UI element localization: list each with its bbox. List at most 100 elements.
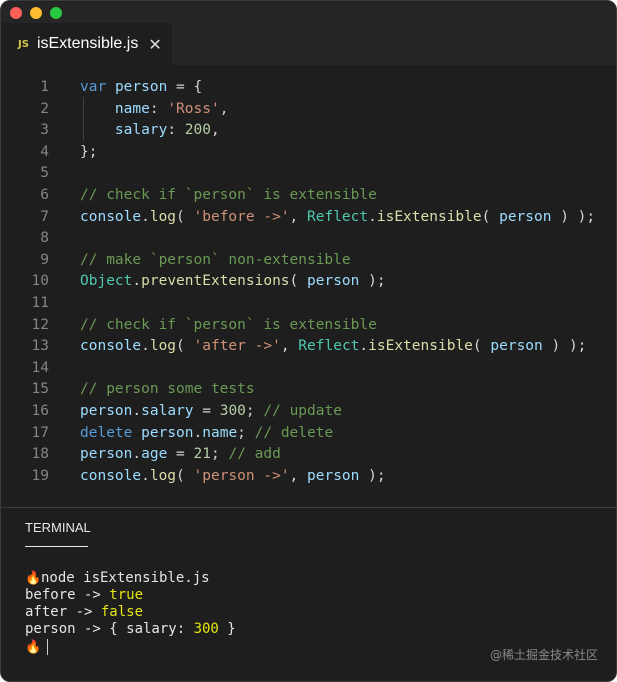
line-number: 17	[31, 424, 49, 441]
code-token: console	[80, 338, 142, 355]
code-token: :	[149, 100, 168, 117]
code-token: person	[307, 273, 360, 290]
code-token: 'person ->'	[193, 467, 290, 484]
code-token: salary	[114, 122, 168, 139]
code-token: ;	[211, 446, 229, 463]
code-token: (	[289, 273, 307, 290]
code-token: ,	[289, 467, 308, 484]
code-token: // add	[228, 446, 281, 463]
code-token: =	[193, 403, 220, 419]
tab-isextensible-js[interactable]: JS isExtensible.js ✕	[1, 23, 172, 65]
minimize-window-button[interactable]	[30, 7, 42, 19]
code-token: // check if `person` is extensible	[80, 187, 377, 203]
line-number: 8	[40, 230, 49, 247]
code-token: .	[141, 467, 150, 484]
terminal-command-line: 🔥node isExtensible.js	[25, 570, 210, 587]
line-number: 10	[31, 273, 49, 290]
code-token: isExtensible	[368, 338, 473, 355]
line-number: 18	[31, 446, 49, 463]
code-token: };	[80, 143, 98, 160]
code-token: // make `person` non-extensible	[80, 251, 351, 268]
code-token: (	[176, 338, 194, 355]
close-icon[interactable]: ✕	[148, 35, 161, 54]
tab-bar: JS isExtensible.js ✕	[1, 23, 616, 65]
line-number: 6	[40, 187, 49, 203]
code-text: salary: 200,	[80, 120, 220, 142]
maximize-window-button[interactable]	[50, 7, 62, 19]
code-token: 21	[193, 446, 211, 463]
line-number: 12	[31, 316, 49, 333]
code-token: log	[149, 338, 177, 355]
code-text: var person = {	[80, 77, 202, 99]
line-number: 14	[31, 359, 49, 376]
code-token: );	[359, 273, 386, 290]
code-token: isExtensible	[376, 208, 482, 225]
code-text: console.log( 'before ->', Reflect.isExte…	[80, 207, 595, 229]
line-number: 5	[40, 165, 49, 182]
code-token: = {	[167, 79, 203, 95]
code-token: // delete	[254, 424, 334, 441]
code-token: ;	[245, 403, 264, 419]
code-text: console.log( 'after ->', Reflect.isExten…	[80, 336, 586, 358]
terminal-output-segment: 300	[193, 621, 219, 637]
code-text: console.log( 'person ->', person );	[80, 466, 386, 488]
code-token: (	[481, 208, 500, 225]
line-number: 16	[31, 403, 49, 419]
terminal-prompt-line[interactable]: 🔥	[25, 639, 48, 656]
code-text: // check if `person` is extensible	[80, 315, 377, 337]
tab-title: isExtensible.js	[36, 35, 139, 52]
code-token: person	[499, 208, 552, 225]
code-token: salary	[141, 403, 194, 419]
line-number: 15	[31, 381, 49, 398]
code-text: // make `person` non-extensible	[80, 250, 351, 272]
code-token: .	[141, 208, 150, 225]
terminal-output-line: person -> { salary: 300 }	[25, 621, 236, 638]
flame-icon: 🔥	[25, 571, 42, 586]
code-token: (	[472, 338, 491, 355]
watermark: @稀土掘金技术社区	[489, 648, 598, 662]
terminal-cursor	[47, 639, 48, 655]
terminal-output-segment: after ->	[25, 604, 101, 620]
code-token: ,	[219, 100, 229, 117]
code-token: ,	[280, 338, 299, 355]
code-token: 300	[219, 403, 246, 419]
code-token: ,	[289, 208, 308, 225]
code-token: ) );	[542, 338, 587, 355]
code-token: person	[80, 446, 133, 463]
code-token: ;	[237, 424, 255, 441]
code-token: name	[114, 100, 150, 117]
terminal-output-line: before -> true	[25, 587, 143, 604]
terminal-command: node isExtensible.js	[41, 570, 210, 586]
code-token: // update	[263, 403, 342, 419]
terminal-output-segment: person -> { salary:	[25, 621, 194, 637]
code-token: var	[80, 79, 107, 95]
terminal-output-segment: before ->	[25, 587, 110, 603]
close-window-button[interactable]	[10, 7, 22, 19]
code-editor[interactable]: 1 var person = {2 name: 'Ross', 3 salary: …	[1, 65, 616, 508]
code-text: // check if `person` is extensible	[80, 185, 377, 207]
title-bar	[1, 1, 616, 23]
code-token: .	[132, 273, 142, 290]
active-tab-indicator	[25, 546, 88, 547]
code-token: Reflect	[307, 208, 369, 225]
flame-icon: 🔥	[25, 640, 42, 655]
code-token: .	[132, 403, 142, 419]
code-text: person.age = 21; // add	[80, 444, 281, 466]
code-token: // check if `person` is extensible	[80, 316, 377, 333]
code-token: );	[359, 467, 386, 484]
code-token: ) );	[551, 208, 596, 225]
code-token: .	[141, 338, 150, 355]
tab-terminal[interactable]: TERMINAL	[25, 520, 91, 535]
code-token: person	[490, 338, 543, 355]
code-text: Object.preventExtensions( person );	[80, 271, 386, 293]
code-token: (	[176, 467, 194, 484]
code-token: person	[307, 467, 360, 484]
line-number: 3	[40, 122, 49, 139]
code-token: .	[368, 208, 377, 225]
code-token: Object	[80, 273, 133, 290]
line-number: 7	[40, 208, 49, 225]
code-token: 'after ->'	[193, 338, 281, 355]
line-number: 19	[31, 467, 49, 484]
